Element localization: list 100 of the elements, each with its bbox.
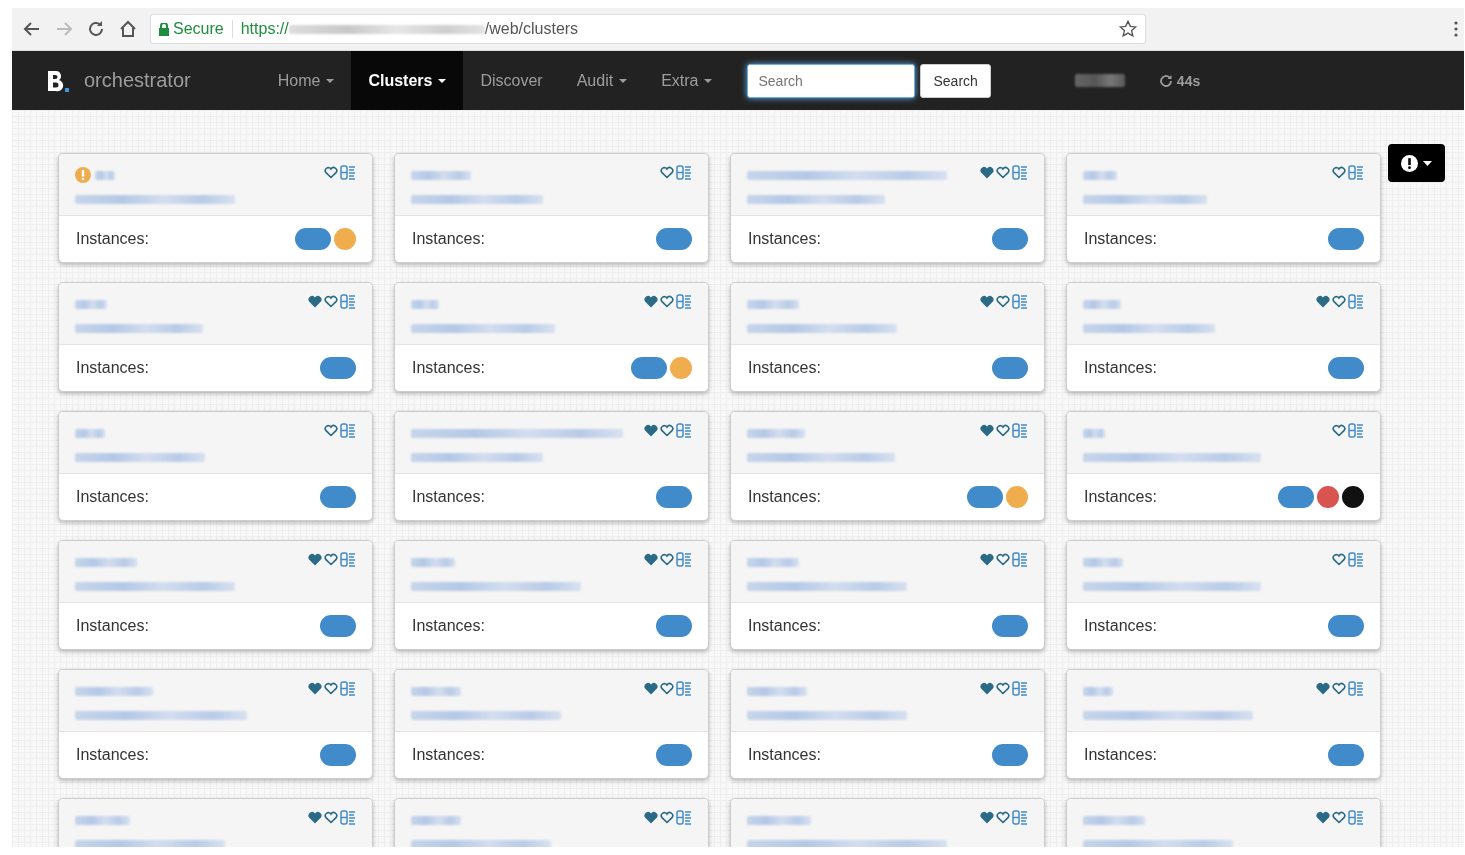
- cluster-card[interactable]: Instances:: [394, 282, 709, 392]
- database-list-icon[interactable]: [340, 294, 356, 309]
- heart-outline-icon[interactable]: [324, 811, 338, 824]
- heart-icon[interactable]: [644, 553, 658, 566]
- heart-outline-icon[interactable]: [660, 295, 674, 308]
- heart-icon[interactable]: [644, 682, 658, 695]
- heart-outline-icon[interactable]: [1332, 682, 1346, 695]
- database-list-icon[interactable]: [340, 165, 356, 180]
- heart-outline-icon[interactable]: [996, 295, 1010, 308]
- database-list-icon[interactable]: [1348, 165, 1364, 180]
- database-list-icon[interactable]: [1348, 423, 1364, 438]
- cluster-card[interactable]: Instances:: [58, 669, 373, 779]
- database-list-icon[interactable]: [676, 294, 692, 309]
- heart-icon[interactable]: [1316, 811, 1330, 824]
- heart-icon[interactable]: [980, 553, 994, 566]
- heart-outline-icon[interactable]: [324, 295, 338, 308]
- heart-icon[interactable]: [644, 811, 658, 824]
- cluster-card[interactable]: Instances:: [730, 153, 1045, 263]
- search-button[interactable]: Search: [920, 63, 991, 98]
- address-bar[interactable]: Secure https:// /web/clusters: [150, 14, 1146, 44]
- search-field[interactable]: Search: [747, 63, 916, 98]
- cluster-card[interactable]: Instances:: [730, 411, 1045, 521]
- heart-outline-icon[interactable]: [996, 682, 1010, 695]
- heart-outline-icon[interactable]: [324, 424, 338, 437]
- cluster-card[interactable]: Instances:: [58, 282, 373, 392]
- database-list-icon[interactable]: [676, 552, 692, 567]
- heart-outline-icon[interactable]: [660, 166, 674, 179]
- heart-outline-icon[interactable]: [996, 553, 1010, 566]
- database-list-icon[interactable]: [340, 810, 356, 825]
- database-list-icon[interactable]: [340, 423, 356, 438]
- heart-icon[interactable]: [980, 166, 994, 179]
- database-list-icon[interactable]: [1012, 294, 1028, 309]
- heart-outline-icon[interactable]: [1332, 553, 1346, 566]
- heart-outline-icon[interactable]: [324, 553, 338, 566]
- heart-icon[interactable]: [980, 424, 994, 437]
- nav-tab[interactable]: Discover: [463, 51, 560, 110]
- refresh-icon[interactable]: [1158, 73, 1173, 88]
- heart-icon[interactable]: [308, 811, 322, 824]
- heart-outline-icon[interactable]: [1332, 811, 1346, 824]
- cluster-card[interactable]: Instances:: [730, 282, 1045, 392]
- cluster-card[interactable]: Instances:: [394, 153, 709, 263]
- heart-outline-icon[interactable]: [996, 166, 1010, 179]
- nav-tab[interactable]: Audit: [559, 51, 645, 110]
- heart-icon[interactable]: [1316, 295, 1330, 308]
- database-list-icon[interactable]: [1012, 681, 1028, 696]
- brand-name[interactable]: orchestrator: [84, 69, 191, 92]
- reload-icon[interactable]: [86, 19, 106, 39]
- heart-outline-icon[interactable]: [660, 424, 674, 437]
- cluster-card[interactable]: Instances:: [1066, 669, 1381, 779]
- heart-outline-icon[interactable]: [660, 682, 674, 695]
- database-list-icon[interactable]: [1012, 423, 1028, 438]
- heart-icon[interactable]: [644, 424, 658, 437]
- heart-icon[interactable]: [980, 682, 994, 695]
- database-list-icon[interactable]: [1012, 810, 1028, 825]
- heart-outline-icon[interactable]: [660, 811, 674, 824]
- database-list-icon[interactable]: [676, 165, 692, 180]
- heart-outline-icon[interactable]: [996, 811, 1010, 824]
- database-list-icon[interactable]: [676, 810, 692, 825]
- cluster-card[interactable]: Instances:: [394, 411, 709, 521]
- heart-outline-icon[interactable]: [1332, 295, 1346, 308]
- heart-outline-icon[interactable]: [996, 424, 1010, 437]
- database-list-icon[interactable]: [1348, 294, 1364, 309]
- heart-icon[interactable]: [980, 295, 994, 308]
- cluster-card[interactable]: Instances:: [730, 540, 1045, 650]
- heart-outline-icon[interactable]: [324, 166, 338, 179]
- heart-outline-icon[interactable]: [1332, 424, 1346, 437]
- database-list-icon[interactable]: [340, 681, 356, 696]
- cluster-card[interactable]: Instances:: [730, 669, 1045, 779]
- heart-outline-icon[interactable]: [1332, 166, 1346, 179]
- nav-tab[interactable]: Extra: [644, 51, 730, 110]
- cluster-card[interactable]: Instances:: [58, 153, 373, 263]
- cluster-card[interactable]: Instances:: [1066, 411, 1381, 521]
- heart-icon[interactable]: [308, 682, 322, 695]
- cluster-card[interactable]: Instances:: [1066, 282, 1381, 392]
- cluster-card[interactable]: Instances:: [1066, 153, 1381, 263]
- heart-outline-icon[interactable]: [324, 682, 338, 695]
- database-list-icon[interactable]: [1012, 552, 1028, 567]
- star-icon[interactable]: [1119, 20, 1137, 38]
- alerts-dropdown-button[interactable]: [1388, 144, 1445, 182]
- cluster-card[interactable]: Instances:: [58, 540, 373, 650]
- database-list-icon[interactable]: [676, 423, 692, 438]
- database-list-icon[interactable]: [1348, 681, 1364, 696]
- heart-icon[interactable]: [308, 295, 322, 308]
- cluster-card[interactable]: Instances:: [394, 540, 709, 650]
- home-icon[interactable]: [118, 19, 138, 39]
- heart-icon[interactable]: [1316, 682, 1330, 695]
- database-list-icon[interactable]: [1348, 810, 1364, 825]
- nav-tab[interactable]: Clusters: [351, 51, 464, 110]
- heart-icon[interactable]: [980, 811, 994, 824]
- instance-badge[interactable]: [1342, 486, 1364, 508]
- database-list-icon[interactable]: [1012, 165, 1028, 180]
- database-list-icon[interactable]: [676, 681, 692, 696]
- heart-outline-icon[interactable]: [660, 553, 674, 566]
- heart-icon[interactable]: [308, 553, 322, 566]
- cluster-card[interactable]: Instances:: [394, 669, 709, 779]
- heart-icon[interactable]: [644, 295, 658, 308]
- database-list-icon[interactable]: [1348, 552, 1364, 567]
- database-list-icon[interactable]: [340, 552, 356, 567]
- cluster-card[interactable]: Instances:: [58, 411, 373, 521]
- menu-icon[interactable]: [1454, 21, 1458, 37]
